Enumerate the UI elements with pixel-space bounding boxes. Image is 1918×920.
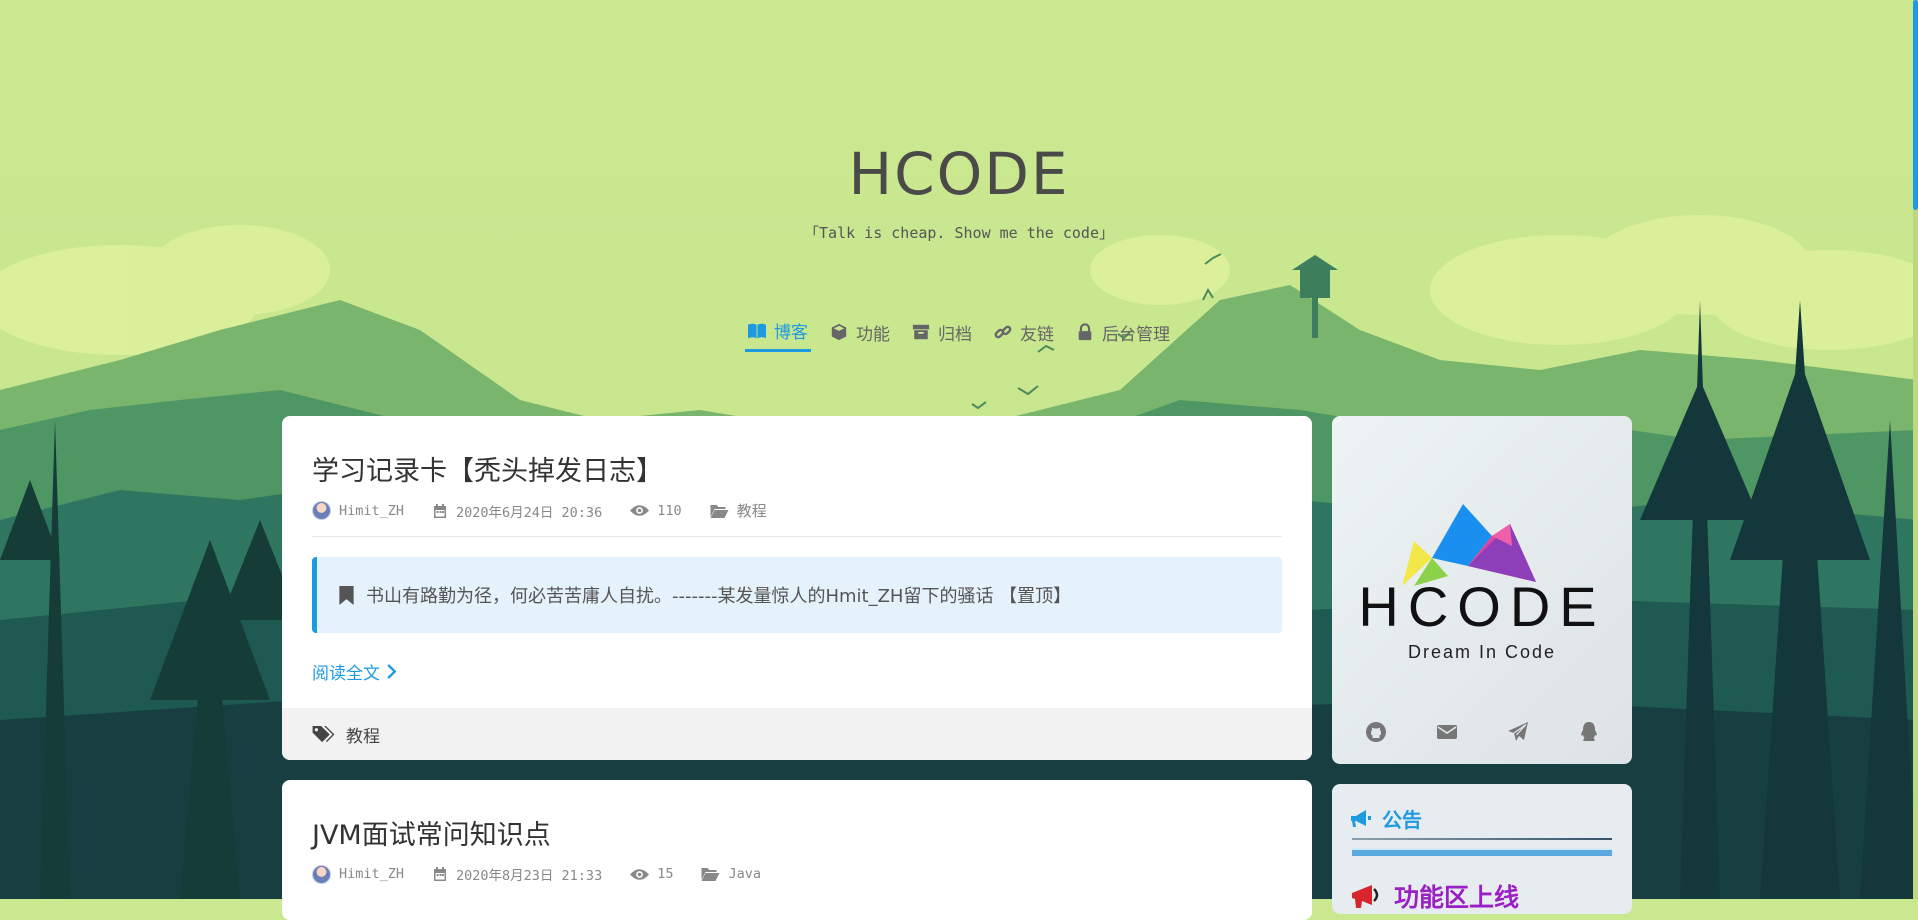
- social-links: [1332, 721, 1632, 747]
- author-name: Himit_ZH: [339, 866, 405, 882]
- read-more-link[interactable]: 阅读全文: [312, 659, 396, 684]
- post-views: 15: [630, 866, 673, 882]
- post-meta: Himit_ZH 2020年6月24日 20:36 110 教程: [312, 500, 767, 521]
- qq-icon: [1580, 722, 1597, 741]
- nav-item-archive[interactable]: 归档: [909, 318, 975, 352]
- sticky-quote: 书山有路勤为径，何必苦苦庸人自扰。-------某发量惊人的Hmit_ZH留下的…: [312, 557, 1282, 633]
- read-more-label: 阅读全文: [312, 664, 380, 684]
- post-divider: [312, 536, 1282, 537]
- post-title[interactable]: JVM面试常问知识点: [312, 813, 551, 852]
- views-count: 15: [657, 866, 674, 882]
- post-meta: Himit_ZH 2020年8月23日 21:33 15 Java: [312, 864, 761, 884]
- notice-headline-text: 功能区上线: [1394, 883, 1520, 912]
- post-footer: 教程: [282, 708, 1312, 760]
- main-nav: 博客 功能 归档 友链 后台管理: [0, 318, 1918, 352]
- author-name: Himit_ZH: [339, 502, 405, 519]
- post-category[interactable]: 教程: [710, 500, 767, 521]
- megaphone-icon: [1352, 885, 1379, 908]
- category-label: Java: [728, 866, 761, 882]
- github-icon: [1365, 722, 1386, 742]
- folder-open-icon: [710, 504, 729, 518]
- lock-icon: [1078, 323, 1092, 341]
- views-count: 110: [657, 502, 682, 519]
- notice-headline: 功能区上线: [1350, 878, 1519, 914]
- post-date: 2020年6月24日 20:36: [432, 501, 602, 521]
- date-text: 2020年6月24日 20:36: [456, 504, 603, 521]
- avatar: [312, 501, 331, 520]
- mail-icon: [1436, 725, 1457, 739]
- post-title[interactable]: 学习记录卡【秃头掉发日志】: [312, 449, 663, 488]
- email-link[interactable]: [1436, 721, 1458, 747]
- tags-icon: [312, 725, 335, 742]
- post-category[interactable]: Java: [701, 866, 761, 882]
- nav-item-features[interactable]: 功能: [827, 318, 893, 352]
- site-subtitle: 「Talk is cheap. Show me the code」: [804, 224, 1114, 242]
- notice-title: 公告: [1350, 804, 1422, 833]
- post-author[interactable]: Himit_ZH: [312, 501, 404, 520]
- bookmark-icon: [339, 585, 354, 605]
- date-text: 2020年8月23日 21:33: [456, 868, 603, 884]
- cube-icon: [831, 323, 847, 341]
- nav-item-label: 归档: [938, 324, 972, 345]
- nav-item-label: 后台管理: [1102, 324, 1170, 345]
- link-icon: [994, 325, 1012, 339]
- nav-item-blog[interactable]: 博客: [745, 318, 811, 352]
- scrollbar-thumb[interactable]: [1913, 0, 1918, 210]
- eye-icon: [630, 868, 650, 880]
- eye-icon: [630, 505, 650, 516]
- notice-divider: [1352, 838, 1612, 840]
- bullhorn-icon: [1351, 809, 1371, 827]
- calendar-icon: [434, 867, 447, 881]
- site-title: HCODE: [848, 140, 1070, 208]
- notice-card: 公告 功能区上线: [1332, 784, 1632, 914]
- post-views: 110: [630, 502, 682, 519]
- calendar-icon: [434, 503, 447, 518]
- nav-item-links[interactable]: 友链: [991, 318, 1057, 352]
- logo-text: HCODE: [1358, 575, 1606, 638]
- tag-label[interactable]: 教程: [346, 722, 380, 747]
- logo-tagline: Dream In Code: [1407, 642, 1557, 662]
- nav-item-label: 功能: [856, 324, 890, 345]
- qq-link[interactable]: [1578, 721, 1600, 747]
- page-scrollbar[interactable]: [1913, 0, 1918, 899]
- book-icon: [748, 323, 766, 338]
- quote-text: 书山有路勤为径，何必苦苦庸人自扰。-------某发量惊人的Hmit_ZH留下的…: [366, 586, 1072, 607]
- folder-open-icon: [701, 868, 720, 881]
- github-link[interactable]: [1365, 721, 1387, 747]
- nav-item-label: 博客: [774, 323, 808, 343]
- avatar: [312, 864, 331, 884]
- archive-icon: [912, 324, 930, 340]
- post-date: 2020年8月23日 21:33: [432, 864, 602, 884]
- chevron-right-icon: [387, 664, 396, 679]
- nav-item-admin[interactable]: 后台管理: [1073, 318, 1173, 352]
- category-label: 教程: [736, 502, 767, 520]
- post-card: 学习记录卡【秃头掉发日志】 Himit_ZH 2020年6月24日 20:36 …: [282, 416, 1312, 760]
- profile-card: HCODE Dream In Code: [1332, 416, 1632, 764]
- post-card: JVM面试常问知识点 Himit_ZH 2020年8月23日 21:33 15 …: [282, 780, 1312, 920]
- notice-title-text: 公告: [1382, 808, 1422, 832]
- paper-plane-icon: [1507, 722, 1528, 741]
- telegram-link[interactable]: [1507, 721, 1529, 747]
- post-author[interactable]: Himit_ZH: [312, 864, 405, 884]
- notice-divider-accent: [1352, 848, 1612, 856]
- nav-item-label: 友链: [1020, 324, 1054, 345]
